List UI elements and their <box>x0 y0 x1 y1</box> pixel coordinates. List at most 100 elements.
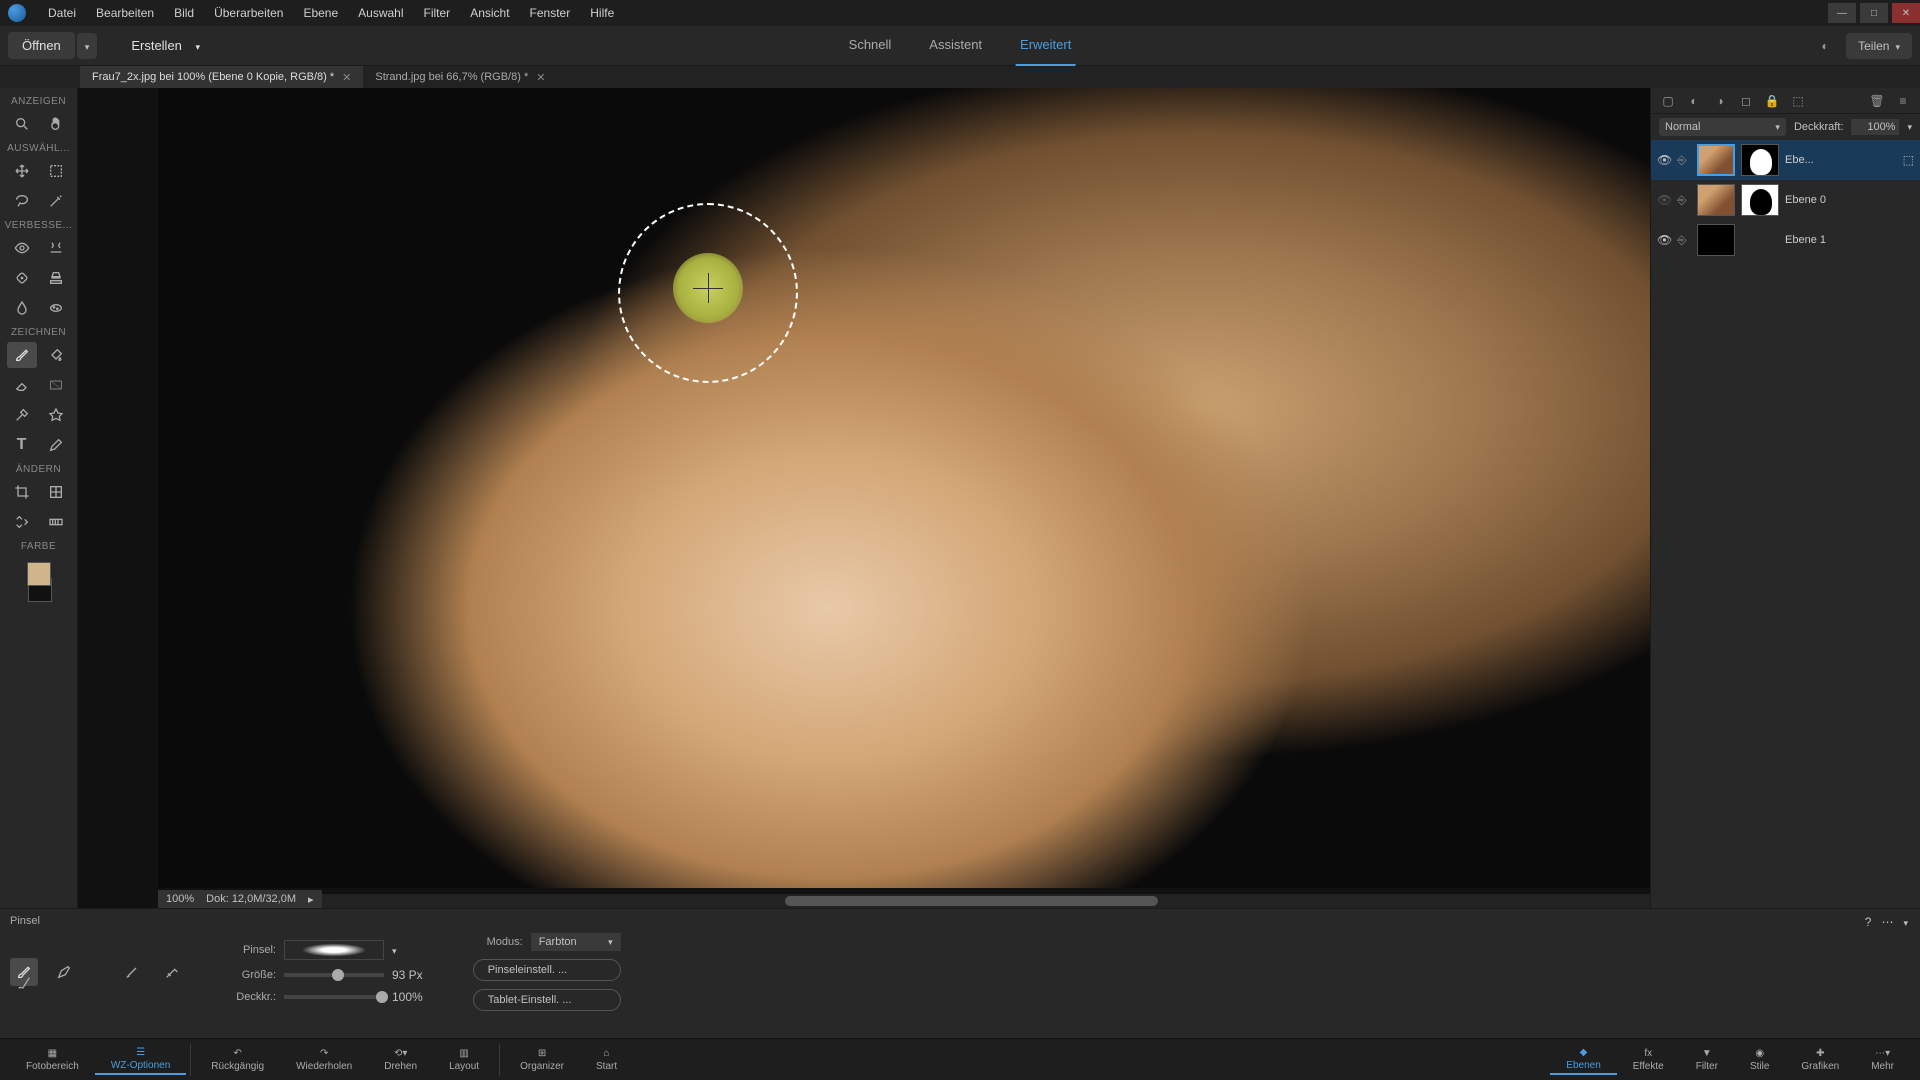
panel-menu-icon[interactable]: ⋯ <box>1881 915 1893 929</box>
rotate-button[interactable]: ⟲▾Drehen <box>368 1046 433 1074</box>
recompose-tool[interactable] <box>41 479 71 505</box>
whiten-tool[interactable] <box>41 235 71 261</box>
eyedropper-tool[interactable] <box>7 402 37 428</box>
clone-stamp-tool[interactable] <box>41 265 71 291</box>
effects-tab-button[interactable]: fxEffekte <box>1617 1046 1680 1074</box>
open-button[interactable]: Öffnen <box>8 32 75 59</box>
menu-fenster[interactable]: Fenster <box>520 6 581 20</box>
mode-expert[interactable]: Erweitert <box>1016 25 1075 66</box>
size-slider[interactable] <box>284 973 384 977</box>
layer-name[interactable]: Ebe... <box>1785 154 1814 166</box>
hand-tool[interactable] <box>41 111 71 137</box>
brush-tool[interactable] <box>7 342 37 368</box>
zoom-level[interactable]: 100% <box>166 893 194 905</box>
opacity-value[interactable]: 100% <box>392 990 423 1004</box>
collapse-icon[interactable] <box>1903 915 1908 929</box>
menu-hilfe[interactable]: Hilfe <box>580 6 624 20</box>
share-button[interactable]: Teilen <box>1846 33 1912 59</box>
styles-tab-button[interactable]: ◉Stile <box>1734 1046 1785 1074</box>
menu-ebene[interactable]: Ebene <box>293 6 348 20</box>
home-button[interactable]: ⌂Start <box>580 1046 633 1074</box>
visibility-icon[interactable]: 👁 <box>1657 193 1671 207</box>
link-icon[interactable]: ⬚ <box>1789 92 1807 110</box>
layer-mask-thumbnail[interactable] <box>1741 184 1779 216</box>
photobin-button[interactable]: ▦Fotobereich <box>10 1046 95 1074</box>
filters-tab-button[interactable]: ▼Filter <box>1680 1046 1734 1074</box>
visibility-icon[interactable]: 👁 <box>1657 153 1671 167</box>
foreground-color[interactable] <box>27 562 51 586</box>
brush-variant-3[interactable] <box>118 958 146 986</box>
minimize-button[interactable]: — <box>1828 3 1856 23</box>
brush-variant-5[interactable] <box>10 969 38 997</box>
help-icon[interactable]: ? <box>1865 915 1872 929</box>
straighten-tool[interactable] <box>41 509 71 535</box>
redeye-tool[interactable] <box>7 235 37 261</box>
menu-ansicht[interactable]: Ansicht <box>460 6 519 20</box>
mode-guided[interactable]: Assistent <box>925 25 986 66</box>
brush-variant-4[interactable] <box>158 958 186 986</box>
adjustment-icon[interactable]: ◑ <box>1711 92 1729 110</box>
undo-button[interactable]: ↶Rückgängig <box>195 1046 280 1074</box>
layer-fx-icon[interactable]: ⬚ <box>1903 153 1914 167</box>
gradient-tool[interactable] <box>41 372 71 398</box>
doc-tab-2[interactable]: Strand.jpg bei 66,7% (RGB/8) * ✕ <box>363 66 557 88</box>
close-icon[interactable]: ✕ <box>342 71 351 84</box>
layer-row[interactable]: 👁 ⎆ Ebene 1 <box>1651 220 1920 260</box>
layer-thumbnail[interactable] <box>1697 184 1735 216</box>
menu-filter[interactable]: Filter <box>414 6 461 20</box>
marquee-tool[interactable] <box>41 158 71 184</box>
graphics-tab-button[interactable]: ✚Grafiken <box>1785 1046 1855 1074</box>
zoom-tool[interactable] <box>7 111 37 137</box>
link-icon[interactable]: ⎆ <box>1677 153 1691 167</box>
paint-bucket-tool[interactable] <box>41 342 71 368</box>
crop-tool[interactable] <box>7 479 37 505</box>
brush-variant-2[interactable] <box>50 958 78 986</box>
organizer-button[interactable]: ⊞Organizer <box>504 1046 580 1074</box>
layer-thumbnail[interactable] <box>1697 144 1735 176</box>
doc-tab-1[interactable]: Frau7_2x.jpg bei 100% (Ebene 0 Kopie, RG… <box>80 66 363 88</box>
opacity-input[interactable]: 100% <box>1851 119 1899 135</box>
menu-auswahl[interactable]: Auswahl <box>348 6 413 20</box>
brush-settings-button[interactable]: Pinseleinstell. ... <box>473 959 621 981</box>
layer-thumbnail[interactable] <box>1697 224 1735 256</box>
layer-row[interactable]: 👁 ⎆ Ebe... ⬚ <box>1651 140 1920 180</box>
spot-heal-tool[interactable] <box>7 265 37 291</box>
link-icon[interactable]: ⎆ <box>1677 193 1691 207</box>
trash-icon[interactable]: 🗑 <box>1868 92 1886 110</box>
chevron-down-icon[interactable] <box>392 943 397 957</box>
opacity-slider[interactable] <box>284 995 384 999</box>
layer-name[interactable]: Ebene 1 <box>1785 234 1826 246</box>
more-tab-button[interactable]: ⋯▾Mehr <box>1855 1046 1910 1074</box>
magic-wand-tool[interactable] <box>41 188 71 214</box>
panel-menu-icon[interactable]: ≡ <box>1894 92 1912 110</box>
blur-tool[interactable] <box>7 295 37 321</box>
canvas-area[interactable]: 100% Dok: 12,0M/32,0M ▸ <box>78 88 1650 908</box>
shape-tool[interactable] <box>41 402 71 428</box>
layers-tab-button[interactable]: ◆Ebenen <box>1550 1045 1616 1075</box>
layer-mask-thumbnail[interactable] <box>1741 144 1779 176</box>
move-tool[interactable] <box>7 158 37 184</box>
mask-icon[interactable]: ◻ <box>1737 92 1755 110</box>
size-value[interactable]: 93 Px <box>392 968 423 982</box>
menu-bild[interactable]: Bild <box>164 6 204 20</box>
redo-button[interactable]: ↷Wiederholen <box>280 1046 368 1074</box>
open-dropdown[interactable] <box>77 33 98 59</box>
close-button[interactable]: ✕ <box>1892 3 1920 23</box>
new-group-icon[interactable]: ◐ <box>1685 92 1703 110</box>
close-icon[interactable]: ✕ <box>536 71 545 84</box>
layer-name[interactable]: Ebene 0 <box>1785 194 1826 206</box>
scrollbar-thumb[interactable] <box>785 896 1158 906</box>
chevron-right-icon[interactable]: ▸ <box>308 893 314 906</box>
mode-select[interactable]: Farbton <box>531 933 621 951</box>
menu-datei[interactable]: Datei <box>38 6 86 20</box>
layout-button[interactable]: ▥Layout <box>433 1046 495 1074</box>
link-icon[interactable]: ⎆ <box>1677 233 1691 247</box>
brush-preset-select[interactable] <box>284 940 384 960</box>
new-layer-icon[interactable]: ▢ <box>1659 92 1677 110</box>
visibility-icon[interactable]: 👁 <box>1657 233 1671 247</box>
menu-ueberarbeiten[interactable]: Überarbeiten <box>204 6 293 20</box>
menu-bearbeiten[interactable]: Bearbeiten <box>86 6 164 20</box>
text-tool[interactable]: T <box>7 432 37 458</box>
pencil-tool[interactable] <box>41 432 71 458</box>
create-button[interactable]: Erstellen <box>117 32 214 59</box>
